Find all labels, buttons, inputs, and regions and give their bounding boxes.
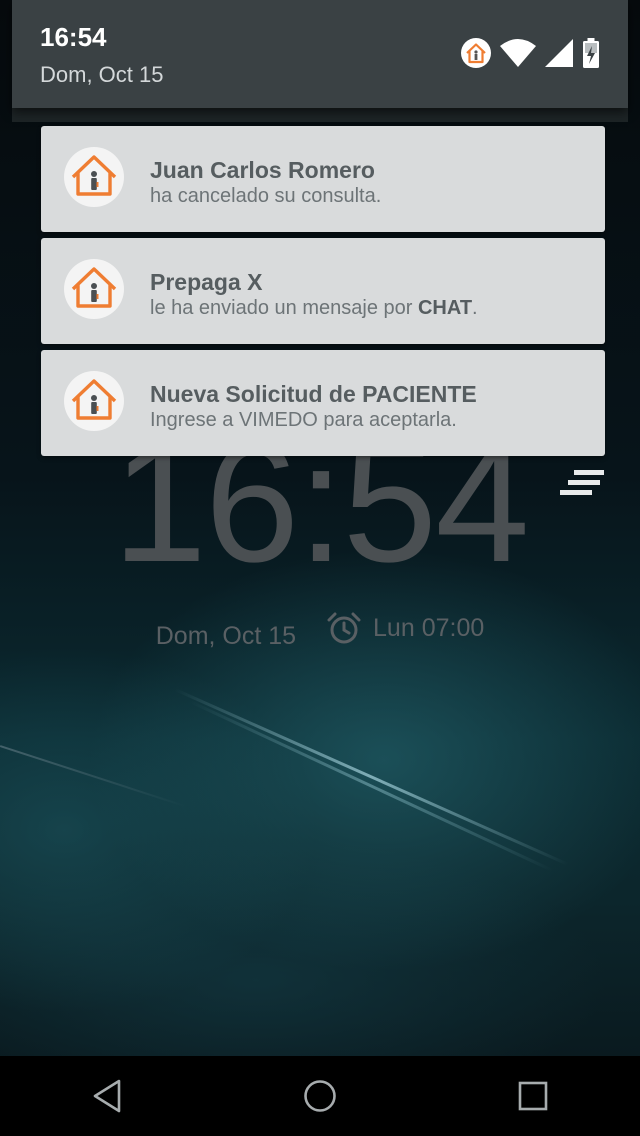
recents-icon [519, 1081, 548, 1111]
status-icons [460, 36, 600, 70]
notification-body-highlight: CHAT [417, 297, 473, 319]
home-icon [304, 1080, 336, 1112]
lockscreen-info: Dom, Oct 15 Lun 07:00 [0, 612, 640, 651]
notification-stack-icon[interactable] [560, 468, 606, 500]
notification-body: ha cancelado su consulta. [150, 185, 382, 207]
notification-shade-edge [12, 108, 628, 122]
alarm-time: Lun 07:00 [373, 613, 485, 642]
notification-body: Ingrese a VIMEDO para aceptarla. [150, 409, 457, 431]
notification-card[interactable]: Prepaga X le ha enviado un mensaje por C… [41, 238, 605, 344]
notification-body-suffix: . [472, 297, 478, 319]
home-button[interactable] [290, 1066, 350, 1126]
notification-card[interactable]: Nueva Solicitud de PACIENTE Ingrese a VI… [41, 350, 605, 456]
vimedo-house-icon [64, 147, 124, 207]
battery-charging-icon [583, 38, 599, 68]
vimedo-app-icon [461, 38, 491, 68]
lockscreen-date: Dom, Oct 15 [155, 622, 297, 650]
navigation-bar [0, 1056, 640, 1136]
recents-button[interactable] [503, 1066, 563, 1126]
notification-title: Prepaga X [150, 269, 263, 295]
notification-body-text: le ha enviado un mensaje por [150, 297, 418, 319]
next-alarm: Lun 07:00 [327, 612, 484, 644]
vimedo-house-icon [64, 259, 124, 319]
notification-card[interactable]: Juan Carlos Romero ha cancelado su consu… [41, 126, 605, 232]
notification-body: le ha enviado un mensaje por CHAT. [150, 297, 478, 320]
vimedo-house-icon [64, 371, 124, 431]
back-button[interactable] [77, 1066, 137, 1126]
alarm-clock-icon [327, 612, 361, 644]
notification-title: Nueva Solicitud de PACIENTE [150, 381, 477, 407]
cell-signal-icon [545, 39, 573, 67]
status-time: 16:54 [40, 22, 107, 52]
status-date: Dom, Oct 15 [40, 62, 164, 87]
notification-title: Juan Carlos Romero [150, 157, 375, 183]
back-icon [93, 1079, 120, 1113]
status-bar[interactable]: 16:54 Dom, Oct 15 [12, 0, 628, 108]
wifi-icon [500, 39, 536, 67]
